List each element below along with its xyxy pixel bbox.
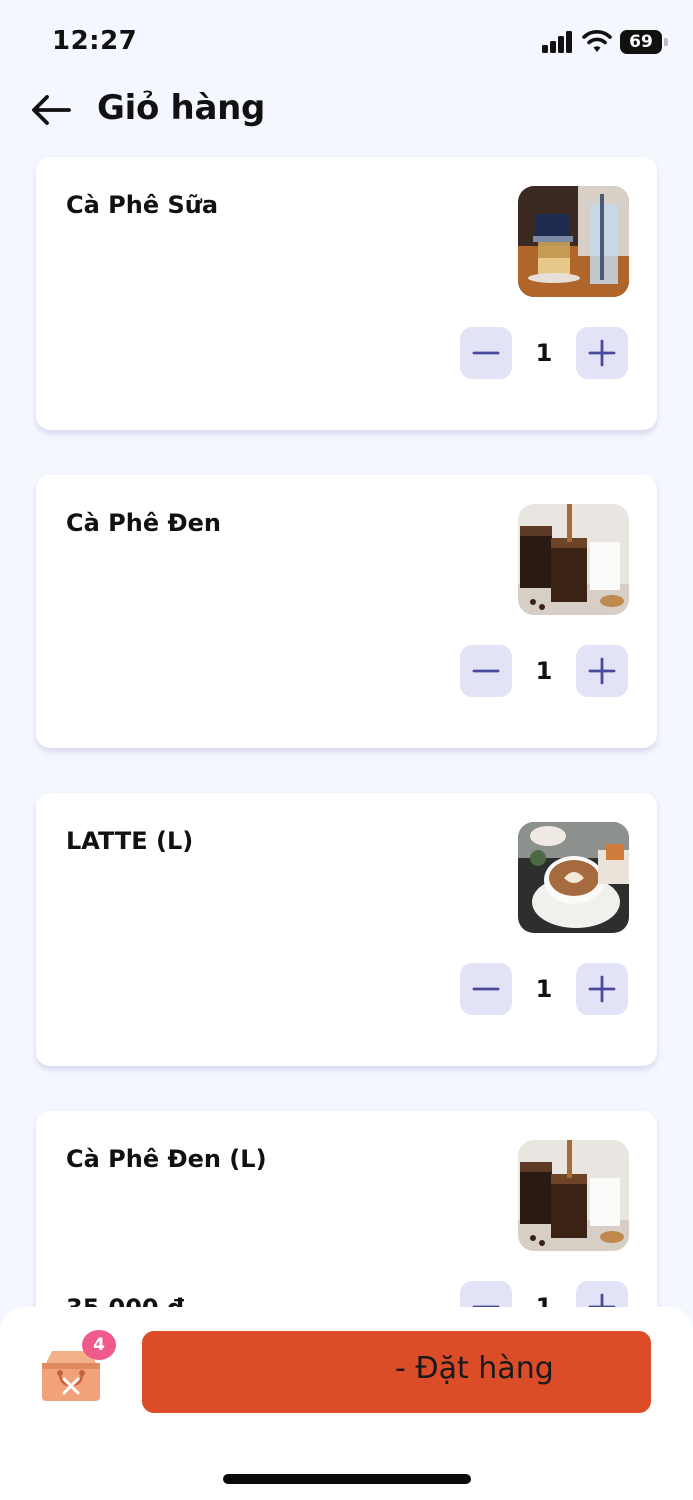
back-button[interactable]: [30, 92, 72, 128]
cart-item-card[interactable]: Cà Phê Đen 1: [36, 475, 657, 748]
plus-icon: [588, 975, 616, 1003]
increase-quantity-button[interactable]: [576, 963, 628, 1015]
increase-quantity-button[interactable]: [576, 327, 628, 379]
checkout-bar: 4 - Đặt hàng: [0, 1307, 693, 1500]
wifi-icon: [582, 28, 612, 54]
cart-item-card[interactable]: Cà Phê Sữa 1: [36, 157, 657, 430]
battery-level: 69: [620, 30, 662, 54]
cart-item-card[interactable]: LATTE (L) 1: [36, 793, 657, 1066]
quantity-value: 1: [535, 339, 553, 367]
minus-icon: [472, 987, 500, 991]
minus-icon: [472, 669, 500, 673]
decrease-quantity-button[interactable]: [460, 645, 512, 697]
cart-count-badge: 4: [82, 1330, 116, 1360]
plus-icon: [588, 657, 616, 685]
ca-phe-den-photo: [518, 1140, 629, 1251]
item-name: Cà Phê Đen: [66, 509, 221, 537]
ca-phe-den-photo: [518, 504, 629, 615]
quantity-value: 1: [535, 657, 553, 685]
place-order-label: - Đặt hàng: [395, 1351, 554, 1386]
decrease-quantity-button[interactable]: [460, 963, 512, 1015]
cellular-signal-icon: [542, 31, 574, 53]
status-time: 12:27: [52, 26, 138, 56]
place-order-button[interactable]: - Đặt hàng: [142, 1331, 651, 1413]
ca-phe-sua-photo: [518, 186, 629, 297]
home-indicator[interactable]: [223, 1474, 471, 1484]
item-name: Cà Phê Sữa: [66, 191, 219, 219]
item-name: Cà Phê Đen (L): [66, 1145, 267, 1173]
arrow-left-icon: [32, 95, 71, 125]
minus-icon: [472, 351, 500, 355]
page-title: Giỏ hàng: [97, 88, 266, 128]
header: Giỏ hàng: [0, 82, 693, 142]
latte-photo: [518, 822, 629, 933]
increase-quantity-button[interactable]: [576, 645, 628, 697]
item-name: LATTE (L): [66, 827, 194, 855]
decrease-quantity-button[interactable]: [460, 327, 512, 379]
battery-icon: 69: [620, 30, 668, 54]
plus-icon: [588, 339, 616, 367]
status-bar: 12:27 69: [0, 0, 693, 80]
quantity-value: 1: [535, 975, 553, 1003]
